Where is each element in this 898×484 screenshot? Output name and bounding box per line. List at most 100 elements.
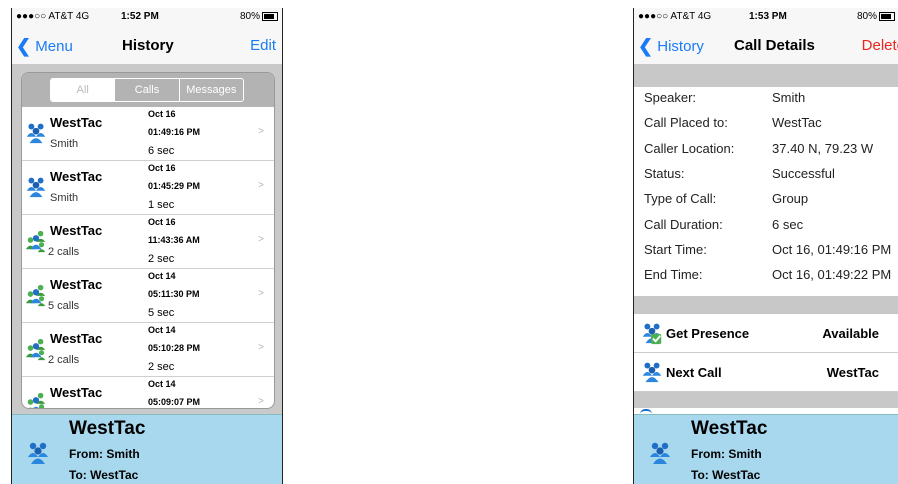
back-button[interactable]: ❮ Menu (16, 36, 73, 57)
row-time: 01:49:16 PM (148, 127, 201, 137)
channel-name: WestTac (691, 418, 768, 439)
segment-messages[interactable]: Messages (178, 79, 243, 101)
history-row[interactable]: WestTac Oct 14 05:09:07 PM > (22, 377, 274, 408)
segment-all[interactable]: All (51, 79, 115, 101)
group-icon (25, 284, 46, 307)
section-divider (634, 392, 898, 408)
row-duration: 2 sec (148, 361, 175, 373)
delete-button[interactable]: Delete (862, 37, 898, 54)
history-row[interactable]: WestTac Smith Oct 16 01:49:16 PM 6 sec > (22, 107, 274, 161)
detail-value: Group (772, 191, 809, 207)
detail-value: 6 sec (772, 216, 804, 232)
row-subtitle: 2 calls (48, 246, 80, 258)
chevron-left-icon: ❮ (16, 36, 32, 56)
detail-label: Speaker: (644, 90, 697, 105)
status-bar: ●●●○○ AT&T 4G 1:53 PM 80% (634, 8, 898, 26)
row-date: Oct 16 (148, 217, 176, 227)
carrier-label: ●●●○○ AT&T 4G (638, 11, 712, 22)
row-duration: 5 sec (148, 307, 175, 319)
detail-value: Oct 16, 01:49:22 PM (772, 267, 892, 283)
presence-icon (642, 323, 662, 345)
single-user-icon (26, 177, 46, 198)
row-duration: 6 sec (148, 145, 175, 157)
battery-icon (879, 12, 895, 21)
filter-bar: All Calls Messages (22, 73, 274, 107)
page-title: History (122, 37, 174, 54)
back-label: Menu (35, 38, 73, 55)
filter-segmented-control: All Calls Messages (50, 78, 244, 102)
back-button[interactable]: ❮ History (638, 36, 704, 57)
group-icon (25, 392, 46, 408)
battery-label: 80% (239, 11, 260, 22)
detail-label: Status: (644, 165, 685, 181)
back-label: History (657, 38, 704, 55)
chevron-right-icon: > (258, 126, 264, 137)
row-time: 05:11:30 PM (148, 289, 200, 299)
row-time: 01:45:29 PM (148, 181, 201, 191)
row-subtitle: Smith (50, 192, 79, 204)
row-title: WestTac (50, 277, 103, 292)
chevron-right-icon: > (258, 288, 264, 299)
row-title: WestTac (50, 115, 103, 130)
detail-value: WestTac (772, 115, 822, 131)
chevron-right-icon: > (258, 234, 264, 245)
user-icon (28, 442, 48, 464)
channel-name: WestTac (69, 418, 146, 439)
section-divider (634, 296, 898, 314)
battery-icon (262, 12, 278, 21)
detail-label: Caller Location: (644, 140, 735, 156)
now-playing-panel[interactable]: WestTac From: Smith To: WestTac (634, 414, 898, 484)
get-presence-button[interactable]: Get Presence Available (634, 314, 898, 353)
history-row[interactable]: WestTac 2 calls Oct 16 11:43:36 AM 2 sec > (22, 215, 274, 269)
action-label: Get Presence (666, 326, 750, 341)
nav-bar: ❮ Menu History Edit (12, 26, 282, 65)
detail-label: Call Duration: (644, 216, 723, 232)
edit-button[interactable]: Edit (250, 37, 276, 54)
group-icon (25, 230, 46, 253)
history-row[interactable]: WestTac 2 calls Oct 14 05:10:28 PM 2 sec > (22, 323, 274, 377)
row-duration: 2 sec (148, 253, 175, 265)
chevron-right-icon: > (258, 180, 264, 191)
detail-label: Type of Call: (644, 191, 717, 207)
segment-calls[interactable]: Calls (114, 79, 178, 101)
history-list[interactable]: All Calls Messages WestTac Smith Oct 16 01:… (21, 72, 275, 409)
next-call-button[interactable]: Next Call WestTac (634, 353, 898, 392)
action-label: Next Call (666, 365, 722, 380)
next-call-target: WestTac (826, 365, 879, 380)
history-row[interactable]: WestTac 5 calls Oct 14 05:11:30 PM 5 sec > (22, 269, 274, 323)
presence-status: Available (822, 326, 879, 341)
carrier-label: ●●●○○ AT&T 4G (16, 11, 90, 22)
row-date: Oct 14 (148, 271, 176, 281)
detail-value: Smith (772, 90, 806, 105)
detail-label: Call Placed to: (644, 115, 728, 131)
now-playing-panel[interactable]: WestTac From: Smith To: WestTac (12, 414, 282, 484)
detail-value: Successful (772, 165, 835, 181)
chevron-right-icon: > (258, 342, 264, 353)
section-divider (634, 65, 898, 87)
single-user-icon (26, 123, 46, 144)
to-label: To: WestTac (69, 468, 139, 482)
row-duration: 1 sec (148, 199, 175, 211)
row-time: 05:10:28 PM (148, 343, 201, 353)
row-subtitle: 2 calls (48, 354, 80, 366)
row-subtitle: Smith (50, 138, 79, 150)
row-date: Oct 16 (148, 109, 176, 119)
clock-label: 1:53 PM (749, 11, 787, 22)
detail-value: Oct 16, 01:49:16 PM (772, 241, 892, 257)
row-title: WestTac (50, 223, 103, 238)
detail-value: 37.40 N, 79.23 W (772, 140, 874, 156)
status-bar: ●●●○○ AT&T 4G 1:52 PM 80% (12, 8, 282, 26)
row-date: Oct 16 (148, 163, 176, 173)
page-title: Call Details (734, 37, 815, 54)
user-icon (642, 362, 662, 383)
row-time: 05:09:07 PM (148, 397, 201, 407)
to-label: To: WestTac (691, 468, 761, 482)
clock-label: 1:52 PM (121, 11, 159, 22)
history-row[interactable]: WestTac Smith Oct 16 01:45:29 PM 1 sec > (22, 161, 274, 215)
call-details-screen: ●●●○○ AT&T 4G 1:53 PM 80% ❮ History Call… (633, 8, 898, 484)
from-label: From: Smith (69, 447, 140, 461)
row-title: WestTac (50, 169, 103, 184)
row-time: 11:43:36 AM (148, 235, 200, 245)
row-date: Oct 14 (148, 379, 176, 389)
row-subtitle: 5 calls (48, 300, 80, 312)
